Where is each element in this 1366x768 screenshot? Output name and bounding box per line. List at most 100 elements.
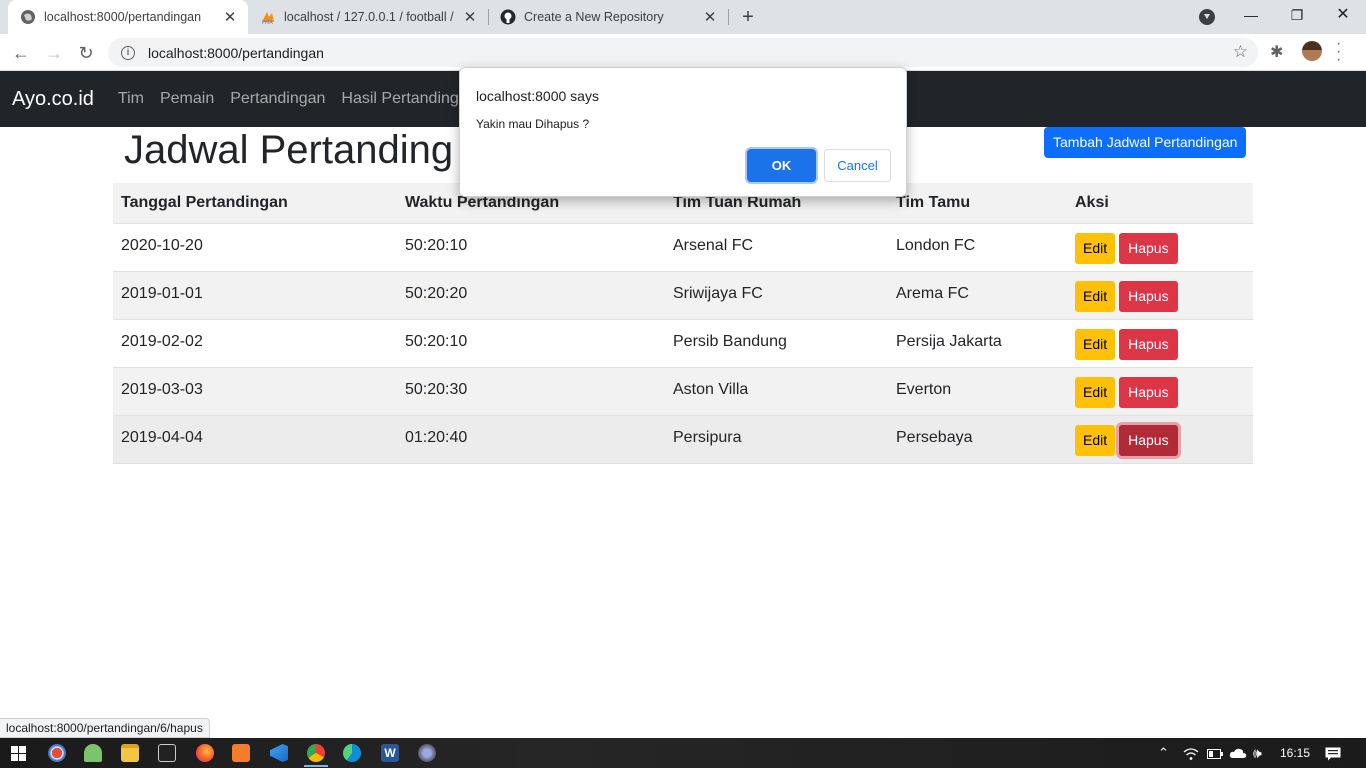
edit-button[interactable]: Edit	[1075, 328, 1116, 360]
xampp-icon[interactable]	[232, 744, 250, 762]
volume-icon[interactable]: 🕪	[1253, 738, 1262, 768]
cell-home-team: Persipura	[665, 415, 888, 464]
phpmyadmin-icon: PMA	[260, 9, 276, 25]
cell-away-team: London FC	[888, 223, 1067, 272]
nav-link-pertandingan[interactable]: Pertandingan	[230, 90, 325, 108]
table-row: 2019-02-02 50:20:10 Persib Bandung Persi…	[113, 319, 1253, 368]
address-url: localhost:8000/pertandingan	[148, 44, 324, 61]
active-app-indicator	[304, 765, 328, 767]
clock-time[interactable]: 16:15	[1280, 738, 1310, 768]
tab-phpmyadmin[interactable]: PMA localhost / 127.0.0.1 / football / h…	[248, 0, 488, 34]
cell-date: 2019-02-02	[113, 319, 397, 368]
cell-home-team: Persib Bandung	[665, 319, 888, 368]
dialog-title: localhost:8000 says	[476, 88, 599, 104]
cell-actions: Edit Hapus	[1067, 223, 1253, 272]
edit-button[interactable]: Edit	[1075, 232, 1116, 264]
word-icon[interactable]: W	[381, 744, 399, 762]
edit-button[interactable]: Edit	[1075, 280, 1116, 312]
table-row: 2020-10-20 50:20:10 Arsenal FC London FC…	[113, 223, 1253, 272]
wifi-icon[interactable]	[1183, 738, 1199, 768]
app-icon[interactable]	[48, 744, 66, 762]
command-prompt-icon[interactable]	[158, 744, 176, 762]
close-icon[interactable]: ✕	[462, 8, 478, 26]
edit-button[interactable]: Edit	[1075, 424, 1116, 456]
table-row: 2019-03-03 50:20:30 Aston Villa Everton …	[113, 367, 1253, 416]
close-window-button[interactable]: ✕	[1320, 0, 1366, 30]
globe-icon	[20, 9, 36, 25]
chevron-up-icon[interactable]: ⌃	[1158, 738, 1169, 768]
dialog-message: Yakin mau Dihapus ?	[476, 117, 590, 131]
tab-search-icon[interactable]	[1199, 9, 1215, 25]
column-header: Tanggal Pertandingan	[113, 183, 397, 224]
cell-actions: Edit Hapus	[1067, 415, 1253, 464]
table-row: 2019-01-01 50:20:20 Sriwijaya FC Arema F…	[113, 271, 1253, 320]
address-bar[interactable]: i localhost:8000/pertandingan ☆	[108, 38, 1258, 67]
info-icon[interactable]: i	[121, 45, 135, 60]
new-tab-button[interactable]: +	[736, 5, 760, 29]
avatar[interactable]	[1302, 41, 1322, 61]
cell-date: 2019-01-01	[113, 271, 397, 320]
close-icon[interactable]: ✕	[222, 8, 238, 26]
battery-icon[interactable]	[1207, 738, 1223, 768]
page-title: Jadwal Pertanding	[124, 128, 454, 172]
edit-button[interactable]: Edit	[1075, 376, 1116, 408]
delete-button[interactable]: Hapus	[1119, 280, 1178, 312]
nav-link-pemain[interactable]: Pemain	[160, 90, 214, 108]
cloud-icon[interactable]	[1229, 738, 1247, 768]
cell-home-team: Sriwijaya FC	[665, 271, 888, 320]
edge-icon[interactable]	[343, 744, 361, 762]
tab-github[interactable]: Create a New Repository ✕	[488, 0, 728, 34]
notification-icon[interactable]	[1325, 738, 1341, 768]
dialog-ok-button[interactable]: OK	[747, 149, 816, 182]
tab-title: localhost:8000/pertandingan	[44, 10, 202, 24]
back-button[interactable]: ←	[8, 40, 34, 66]
dialog-cancel-button[interactable]: Cancel	[824, 149, 891, 182]
forward-button[interactable]: →	[41, 40, 67, 66]
tab-divider	[728, 9, 729, 25]
windows-taskbar: W ⌃ 🕪 16:15	[0, 738, 1366, 768]
delete-button[interactable]: Hapus	[1119, 424, 1178, 456]
github-icon	[500, 9, 516, 25]
nav-link-tim[interactable]: Tim	[118, 90, 144, 108]
cell-time: 50:20:10	[397, 319, 665, 368]
brand-logo[interactable]: Ayo.co.id	[12, 88, 94, 111]
firefox-icon[interactable]	[196, 744, 214, 762]
cell-home-team: Aston Villa	[665, 367, 888, 416]
cell-away-team: Persebaya	[888, 415, 1067, 464]
minimize-button[interactable]: —	[1228, 0, 1274, 30]
vscode-icon[interactable]	[270, 744, 288, 762]
reload-button[interactable]: ↻	[73, 40, 99, 66]
column-header: Aksi	[1067, 183, 1253, 224]
restore-button[interactable]: ❐	[1274, 0, 1320, 30]
cell-time: 01:20:40	[397, 415, 665, 464]
cell-date: 2019-03-03	[113, 367, 397, 416]
browser-tab-strip: localhost:8000/pertandingan ✕ PMA localh…	[0, 0, 1366, 34]
cell-away-team: Arema FC	[888, 271, 1067, 320]
cell-actions: Edit Hapus	[1067, 367, 1253, 416]
chrome-icon[interactable]	[307, 744, 325, 762]
windows-start-icon[interactable]	[11, 746, 26, 766]
svg-text:PMA: PMA	[262, 20, 273, 25]
extensions-puzzle-icon[interactable]: ✱	[1270, 42, 1283, 62]
delete-button[interactable]: Hapus	[1119, 328, 1178, 360]
android-studio-icon[interactable]	[84, 744, 102, 762]
column-header: Tim Tamu	[888, 183, 1067, 224]
cell-date: 2019-04-04	[113, 415, 397, 464]
browser-menu-icon[interactable]: · · ·	[1336, 36, 1341, 68]
app-icon[interactable]	[418, 744, 436, 762]
delete-button[interactable]: Hapus	[1119, 376, 1178, 408]
add-schedule-button[interactable]: Tambah Jadwal Pertandingan	[1044, 127, 1247, 158]
cell-actions: Edit Hapus	[1067, 271, 1253, 320]
tab-pertandingan[interactable]: localhost:8000/pertandingan ✕	[8, 0, 248, 34]
nav-link-hasil-pertandingan[interactable]: Hasil Pertandinga	[341, 90, 467, 108]
file-explorer-icon[interactable]	[121, 744, 139, 762]
confirm-dialog: localhost:8000 says Yakin mau Dihapus ? …	[459, 67, 907, 197]
cell-time: 50:20:10	[397, 223, 665, 272]
close-icon[interactable]: ✕	[702, 8, 718, 26]
schedule-table: Tanggal Pertandingan Waktu Pertandingan …	[113, 183, 1253, 464]
cell-away-team: Everton	[888, 367, 1067, 416]
cell-away-team: Persija Jakarta	[888, 319, 1067, 368]
bookmark-star-icon[interactable]: ☆	[1233, 42, 1248, 62]
delete-button[interactable]: Hapus	[1119, 232, 1178, 264]
cell-home-team: Arsenal FC	[665, 223, 888, 272]
